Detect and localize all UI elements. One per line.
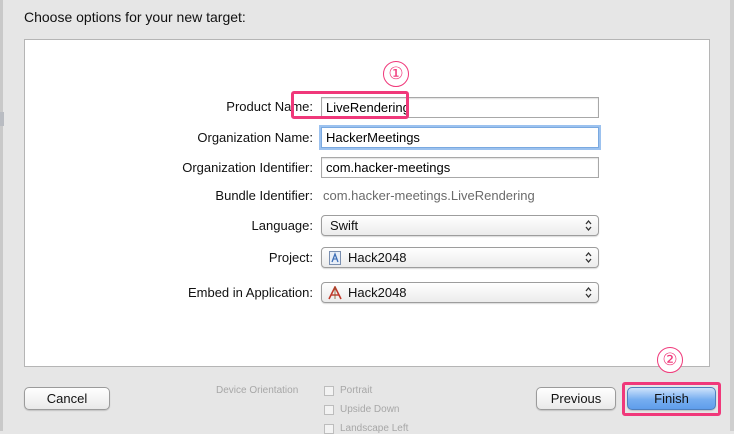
language-value: Swift (330, 218, 359, 233)
popup-arrows-icon (585, 251, 592, 264)
embed-in-application-label: Embed in Application: (187, 285, 313, 300)
embed-in-application-popup[interactable]: Hack2048 (321, 282, 599, 303)
bg-checkbox (324, 424, 334, 434)
language-label: Language: (251, 218, 313, 233)
bg-checkbox (324, 405, 334, 415)
xcode-project-icon (329, 251, 341, 265)
language-popup[interactable]: Swift (321, 215, 599, 236)
organization-identifier-field[interactable] (321, 157, 599, 178)
sheet-title: Choose options for your new target: (24, 9, 246, 25)
window-edge-right (730, 0, 734, 431)
organization-name-field[interactable] (321, 127, 599, 148)
popup-arrows-icon (585, 286, 592, 299)
product-name-highlight (291, 91, 409, 119)
app-target-icon (328, 286, 342, 300)
cancel-button[interactable]: Cancel (24, 387, 110, 410)
bg-option-portrait: Portrait (340, 385, 373, 396)
embed-in-application-value: Hack2048 (348, 285, 407, 300)
bg-device-orientation: Device Orientation (216, 385, 299, 396)
project-label: Project: (268, 250, 313, 265)
finish-button[interactable]: Finish (627, 387, 716, 410)
bg-option-upside-down: Upside Down (340, 404, 400, 415)
bundle-identifier-label: Bundle Identifier: (215, 188, 313, 203)
organization-name-label: Organization Name: (197, 130, 313, 145)
popup-arrows-icon (585, 219, 592, 232)
step-1-badge: ① (383, 61, 409, 87)
previous-button[interactable]: Previous (536, 387, 616, 410)
options-panel: Product Name: Organization Name: Organiz… (24, 39, 710, 367)
window-edge-left (0, 0, 3, 431)
bundle-identifier-value: com.hacker-meetings.LiveRendering (323, 188, 535, 203)
project-popup[interactable]: Hack2048 (321, 247, 599, 268)
window-edge-marker (0, 112, 4, 126)
organization-identifier-label: Organization Identifier: (182, 160, 313, 175)
step-2-badge: ② (657, 347, 683, 373)
project-value: Hack2048 (348, 250, 407, 265)
bg-checkbox (324, 386, 334, 396)
bg-option-landscape-left: Landscape Left (340, 423, 409, 434)
